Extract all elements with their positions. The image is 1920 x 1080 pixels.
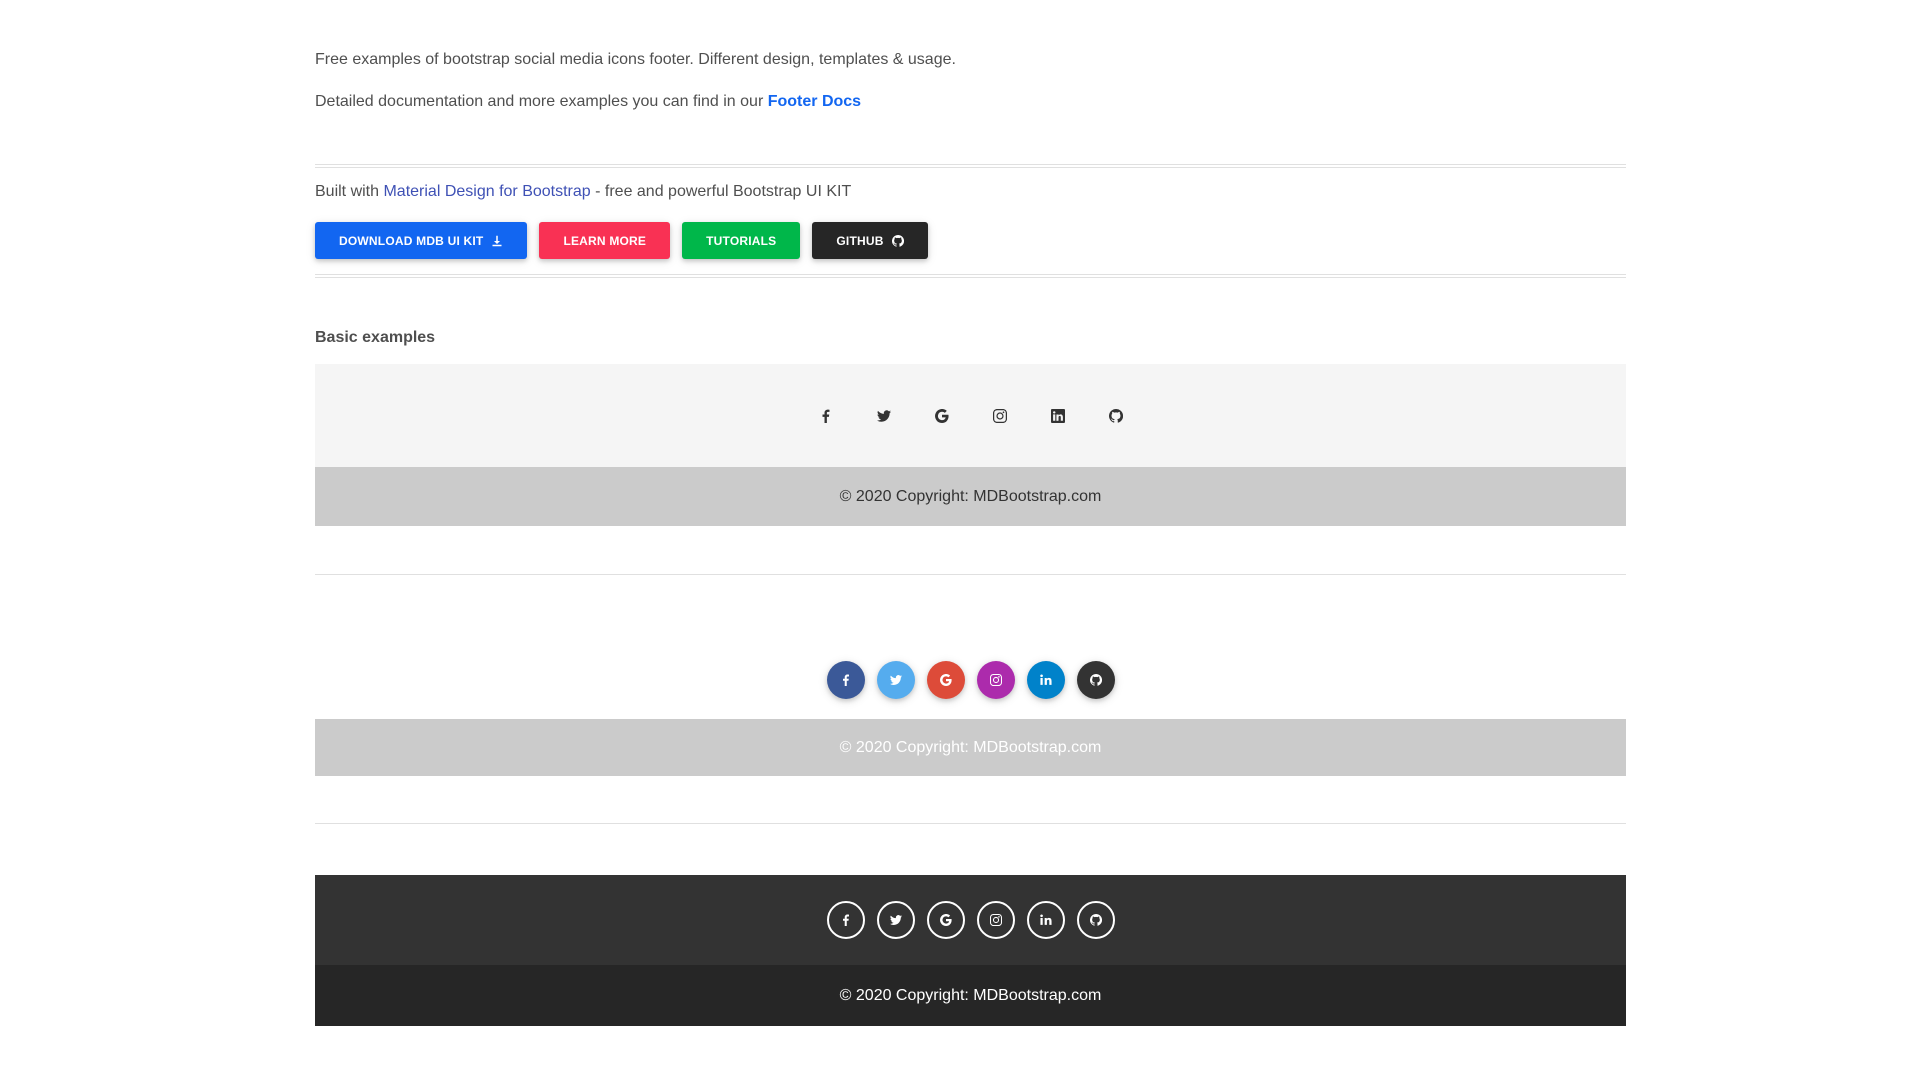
instagram-icon[interactable] [976, 901, 1015, 939]
action-buttons: DOWNLOAD MDB UI KIT LEARN MORE TUTORIALS… [315, 222, 928, 259]
built-suffix: - free and powerful Bootstrap UI KIT [590, 183, 852, 200]
intro-description: Free examples of bootstrap social media … [315, 51, 956, 68]
divider [315, 274, 1626, 278]
download-button-label: DOWNLOAD MDB UI KIT [339, 233, 484, 248]
divider [315, 823, 1626, 824]
learn-more-label: LEARN MORE [563, 233, 647, 248]
download-mdb-button[interactable]: DOWNLOAD MDB UI KIT [315, 222, 528, 259]
footer-3-copyright: © 2020 Copyright: MDBootstrap.com [315, 965, 1626, 1026]
google-icon[interactable] [934, 408, 949, 423]
linkedin-icon[interactable] [1050, 408, 1065, 423]
footer-docs-link[interactable]: Footer Docs [768, 93, 861, 110]
learn-more-button[interactable]: LEARN MORE [539, 222, 671, 259]
footer-2-copyright: © 2020 Copyright: MDBootstrap.com [315, 719, 1626, 776]
google-icon[interactable] [926, 901, 965, 939]
footer-3-icons [315, 875, 1626, 965]
twitter-icon[interactable] [876, 661, 915, 699]
github-button-label: GITHUB [836, 233, 884, 248]
github-icon[interactable] [1076, 661, 1115, 699]
github-icon[interactable] [1076, 901, 1115, 939]
intro-docs-prefix: Detailed documentation and more examples… [315, 93, 768, 110]
divider [315, 574, 1626, 575]
divider [315, 164, 1626, 168]
facebook-icon[interactable] [826, 661, 865, 699]
tutorials-label: TUTORIALS [706, 233, 777, 248]
twitter-icon[interactable] [876, 409, 891, 423]
footer-1-icons [315, 364, 1626, 467]
footer-2-icons [315, 641, 1626, 719]
intro-docs-line: Detailed documentation and more examples… [315, 93, 861, 111]
instagram-icon[interactable] [976, 661, 1015, 699]
github-icon[interactable] [1108, 408, 1123, 423]
mdb-link[interactable]: Material Design for Bootstrap [383, 183, 590, 200]
tutorials-button[interactable]: TUTORIALS [682, 222, 801, 259]
footer-1-copyright: © 2020 Copyright: MDBootstrap.com [315, 467, 1626, 526]
github-button[interactable]: GITHUB [812, 222, 928, 259]
linkedin-icon[interactable] [1026, 901, 1065, 939]
google-icon[interactable] [926, 661, 965, 699]
github-icon [891, 234, 904, 247]
facebook-icon[interactable] [826, 901, 865, 939]
twitter-icon[interactable] [876, 901, 915, 939]
facebook-icon[interactable] [819, 409, 833, 423]
built-with-line: Built with Material Design for Bootstrap… [315, 183, 851, 201]
section-title: Basic examples [315, 329, 436, 346]
instagram-icon[interactable] [992, 408, 1007, 423]
linkedin-icon[interactable] [1026, 661, 1065, 699]
download-icon [492, 235, 502, 246]
built-prefix: Built with [315, 183, 384, 200]
